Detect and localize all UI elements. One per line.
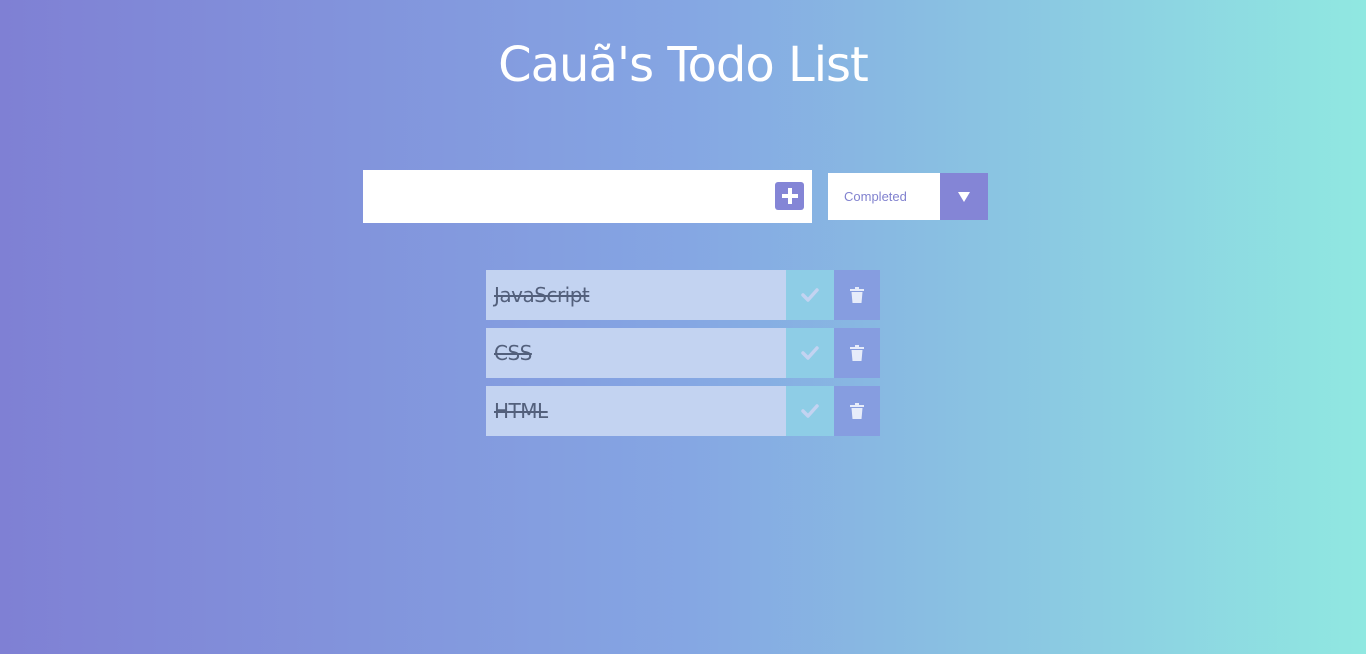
check-icon <box>801 288 819 302</box>
check-icon <box>801 346 819 360</box>
todo-item: CSS <box>486 328 880 378</box>
todo-text-container: CSS <box>486 328 786 378</box>
todo-label: CSS <box>494 341 532 365</box>
check-icon <box>801 404 819 418</box>
plus-icon <box>781 188 798 204</box>
complete-button[interactable] <box>786 328 834 378</box>
delete-button[interactable] <box>834 270 880 320</box>
trash-icon <box>850 345 864 361</box>
filter-select[interactable]: Completed <box>828 173 988 220</box>
todo-list: JavaScript CSS HTML <box>486 270 880 444</box>
filter-selected-value: Completed <box>844 189 907 204</box>
todo-item: HTML <box>486 386 880 436</box>
trash-icon <box>850 403 864 419</box>
add-todo-button[interactable] <box>775 182 804 210</box>
todo-label: JavaScript <box>494 283 590 307</box>
todo-text-container: JavaScript <box>486 270 786 320</box>
trash-icon <box>850 287 864 303</box>
filter-dropdown-button[interactable] <box>940 173 988 220</box>
caret-down-icon <box>958 191 970 202</box>
page-title: Cauã's Todo List <box>498 37 869 93</box>
todo-label: HTML <box>494 399 548 423</box>
todo-input[interactable] <box>363 170 763 223</box>
todo-text-container: HTML <box>486 386 786 436</box>
delete-button[interactable] <box>834 386 880 436</box>
complete-button[interactable] <box>786 270 834 320</box>
todo-input-container <box>363 170 812 223</box>
complete-button[interactable] <box>786 386 834 436</box>
todo-item: JavaScript <box>486 270 880 320</box>
delete-button[interactable] <box>834 328 880 378</box>
